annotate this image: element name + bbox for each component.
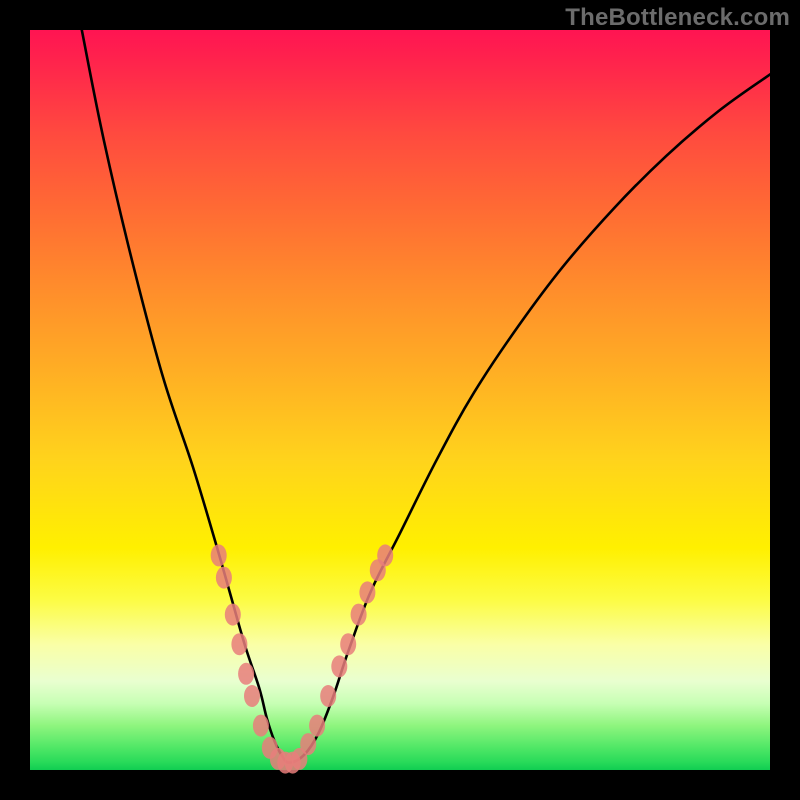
curve-dot [351, 604, 367, 626]
curve-dots [211, 544, 394, 773]
curve-dot [216, 567, 232, 589]
curve-dot [309, 715, 325, 737]
curve-dot [253, 715, 269, 737]
curve-dot [225, 604, 241, 626]
bottleneck-curve-svg [30, 30, 770, 770]
curve-dot [377, 544, 393, 566]
curve-dot [300, 733, 316, 755]
curve-dot [244, 685, 260, 707]
bottleneck-curve [82, 30, 770, 763]
curve-dot [331, 655, 347, 677]
curve-dot [211, 544, 227, 566]
curve-dot [340, 633, 356, 655]
curve-dot [320, 685, 336, 707]
plot-area [30, 30, 770, 770]
watermark-text: TheBottleneck.com [565, 4, 790, 32]
curve-dot [238, 663, 254, 685]
chart-frame: TheBottleneck.com [0, 0, 800, 800]
curve-dot [359, 581, 375, 603]
curve-dot [231, 633, 247, 655]
